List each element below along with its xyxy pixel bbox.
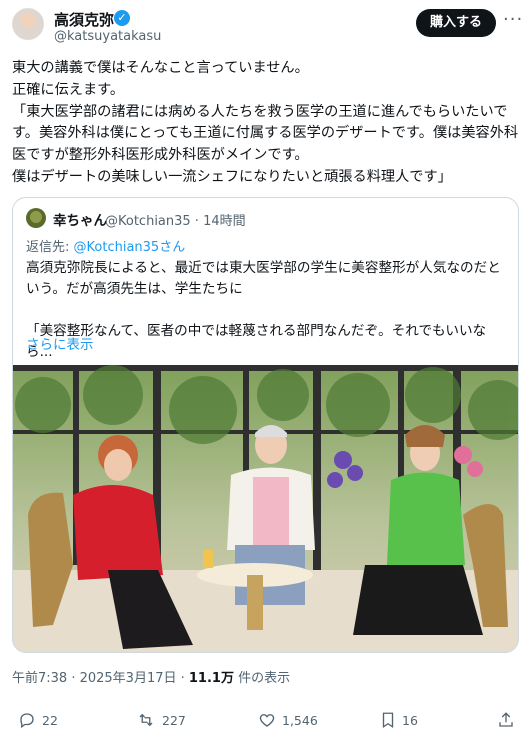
bookmark-count: 16: [402, 712, 418, 728]
author-handle[interactable]: @katsuyatakasu: [54, 29, 161, 44]
repost-button[interactable]: 227: [136, 711, 186, 729]
quote-reply-to: 返信先: @Kotchian35さん: [26, 236, 185, 255]
like-count: 1,546: [282, 712, 318, 728]
quote-handle-time: @Kotchian35 · 14時間: [105, 214, 246, 229]
repost-icon: [139, 713, 153, 727]
quote-author-name: 幸ちゃん: [53, 213, 107, 229]
reply-count: 22: [42, 712, 58, 728]
reply-prefix: 返信先:: [26, 240, 70, 255]
buy-button[interactable]: 購入する: [416, 9, 496, 37]
reply-button[interactable]: 22: [18, 711, 58, 729]
views-label: 件の表示: [233, 671, 291, 686]
quote-text: 高須克弥院長によると、最近では東大医学部の学生に美容整形が人気なのだという。だが…: [26, 260, 501, 360]
reply-target-link[interactable]: @Kotchian35さん: [74, 240, 186, 255]
action-bar: 22 227 1,546 16: [0, 703, 531, 737]
bookmark-icon: [382, 712, 394, 729]
tweet-meta: 午前7:38 · 2025年3月17日 · 11.1万 件の表示: [12, 667, 290, 686]
author-name[interactable]: 高須克弥: [54, 9, 114, 30]
share-button[interactable]: [497, 711, 521, 729]
show-more-link[interactable]: さらに表示: [26, 333, 94, 353]
repost-count: 227: [162, 712, 186, 728]
bookmark-button[interactable]: 16: [380, 711, 418, 729]
tweet-text: 東大の講義で僕はそんなこと言っていません。 正確に伝えます。 「東大医学部の諸君…: [12, 60, 519, 185]
verified-badge-icon: ✓: [114, 10, 130, 26]
share-icon: [499, 712, 513, 727]
timestamp[interactable]: 午前7:38 · 2025年3月17日 ·: [12, 671, 189, 686]
view-count: 11.1万: [188, 671, 234, 686]
quote-avatar: [26, 208, 46, 228]
reply-icon: [20, 713, 34, 729]
quote-photo[interactable]: [13, 365, 519, 653]
like-button[interactable]: 1,546: [258, 711, 318, 729]
quoted-tweet-card[interactable]: 幸ちゃん @Kotchian35 · 14時間 返信先: @Kotchian35…: [12, 197, 519, 653]
author-avatar[interactable]: [12, 8, 44, 40]
like-icon: [259, 714, 275, 727]
more-icon[interactable]: ···: [503, 11, 523, 29]
